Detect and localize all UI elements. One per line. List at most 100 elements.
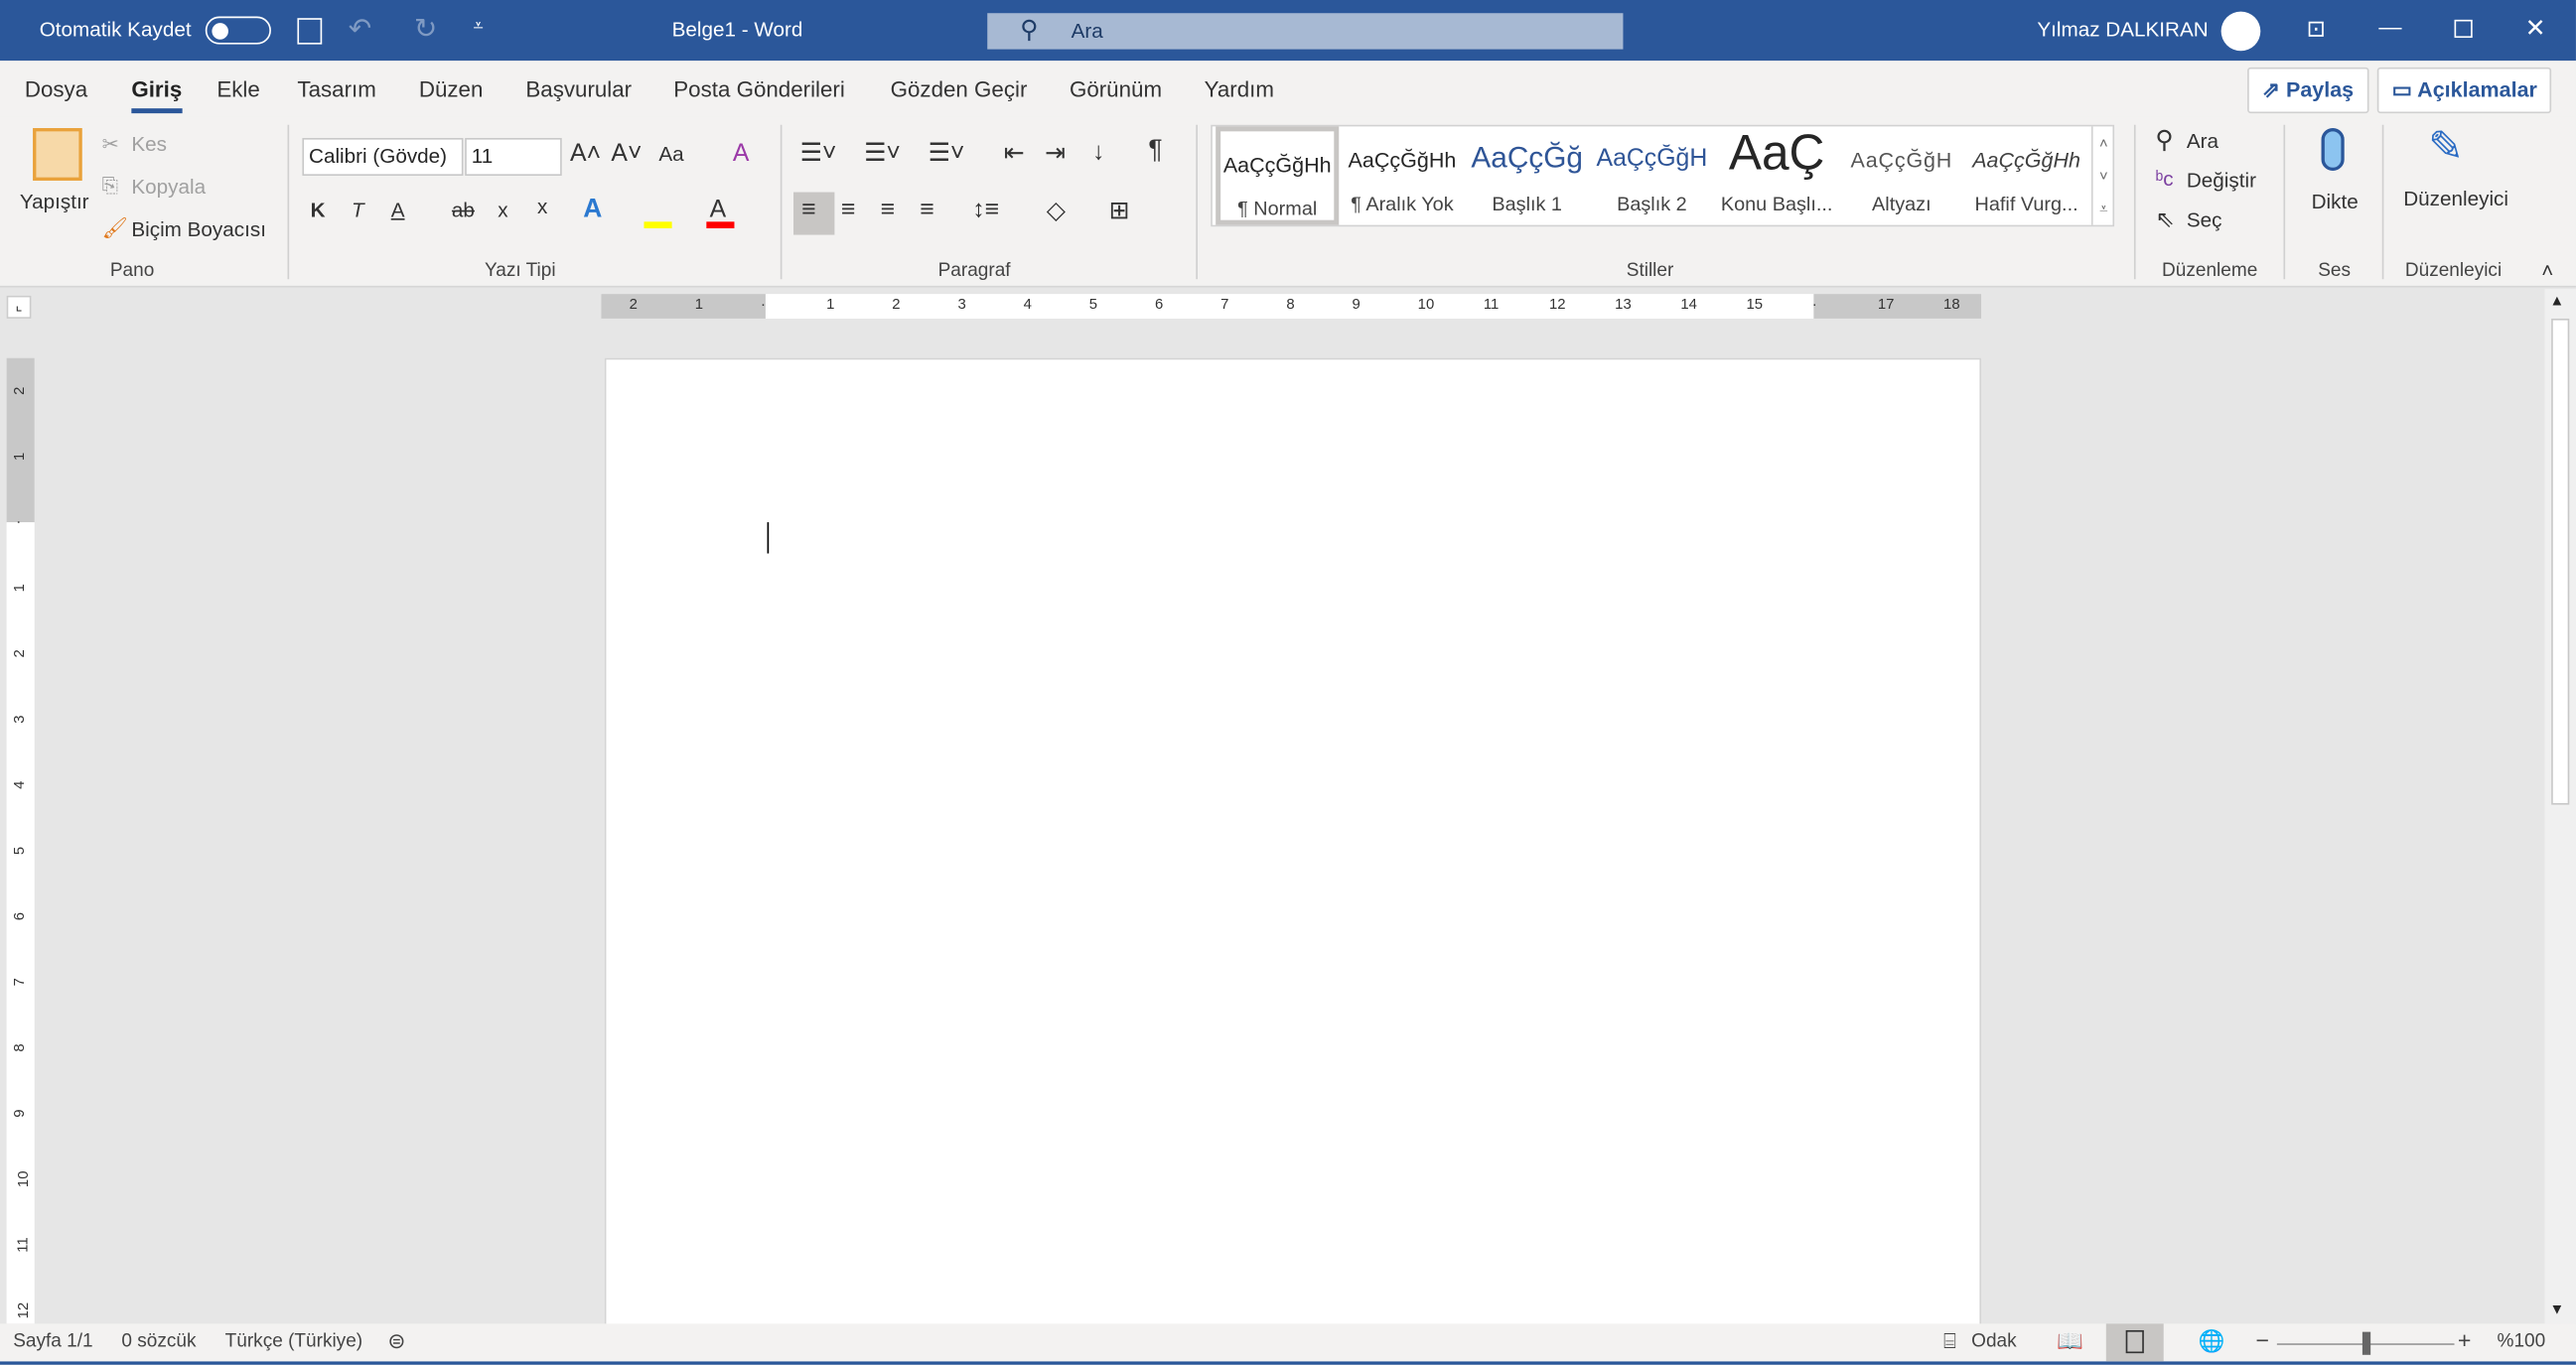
tab-gozden-gecir[interactable]: Gözden Geçir (891, 77, 1028, 102)
share-button[interactable]: ⇗ Paylaş (2247, 67, 2369, 114)
comments-button[interactable]: ▭ Açıklamalar (2376, 67, 2552, 114)
undo-icon[interactable]: ↶ (349, 13, 372, 46)
ribbon-display-icon[interactable]: ⊡ (2307, 15, 2326, 43)
format-painter-button[interactable]: Biçim Boyacısı (131, 218, 266, 241)
word-count[interactable]: 0 sözcük (121, 1332, 196, 1352)
multilevel-list-icon[interactable]: ☰˅ (929, 138, 965, 168)
editor-pen-icon[interactable]: ✎ (2428, 121, 2464, 172)
close-icon[interactable]: ✕ (2525, 13, 2546, 43)
tab-basvurular[interactable]: Başvurular (525, 77, 632, 102)
zoom-level[interactable]: %100 (2498, 1332, 2546, 1352)
autosave-toggle[interactable] (205, 16, 271, 45)
line-spacing-icon[interactable]: ↕≡ (972, 196, 999, 223)
format-painter-icon[interactable]: 🖌 (102, 216, 128, 241)
style-heading-1[interactable]: AaÇçĞğ Başlık 1 (1466, 126, 1589, 224)
scroll-down-icon[interactable]: ▼ (2549, 1300, 2564, 1317)
strikethrough-button[interactable]: ab (452, 199, 475, 221)
scroll-up-icon[interactable]: ▲ (2549, 292, 2564, 309)
zoom-slider-thumb[interactable] (2361, 1331, 2371, 1355)
paste-icon[interactable] (33, 128, 82, 181)
tab-gorunum[interactable]: Görünüm (1070, 77, 1162, 102)
bullets-icon[interactable]: ☰˅ (800, 138, 837, 168)
subscript-button[interactable]: x (498, 199, 507, 221)
align-center-icon[interactable]: ≡ (841, 196, 856, 223)
font-name-select[interactable]: Calibri (Gövde) (302, 137, 464, 177)
underline-button[interactable]: A (391, 199, 405, 221)
style-subtle-emphasis[interactable]: AaÇçĞğHh Hafif Vurg... (1965, 126, 2088, 224)
focus-button[interactable]: Odak (1971, 1332, 2016, 1352)
superscript-button[interactable]: x (537, 196, 547, 218)
tab-posta[interactable]: Posta Gönderileri (673, 77, 845, 102)
cut-button[interactable]: Kes (131, 133, 167, 156)
vertical-scrollbar[interactable]: ▲ ▼ (2544, 289, 2576, 1324)
clear-format-icon[interactable]: A (733, 140, 750, 168)
increase-indent-icon[interactable]: ⇥ (1045, 138, 1066, 168)
print-layout-button[interactable] (2105, 1323, 2164, 1362)
tab-yardim[interactable]: Yardım (1205, 77, 1274, 102)
tab-ekle[interactable]: Ekle (216, 77, 259, 102)
save-icon[interactable] (297, 18, 323, 45)
editor-button[interactable]: Düzenleyici (2403, 188, 2508, 210)
pilcrow-icon[interactable]: ¶ (1148, 136, 1162, 166)
align-right-icon[interactable]: ≡ (881, 196, 896, 223)
redo-icon[interactable]: ↻ (414, 13, 438, 46)
shading-icon[interactable]: ◇ (1047, 196, 1066, 225)
font-color-icon[interactable]: A (710, 196, 727, 223)
avatar[interactable] (2220, 11, 2261, 52)
styles-scroll[interactable]: ˄ ˅ ⩡ (2090, 126, 2114, 225)
italic-button[interactable]: T (352, 199, 364, 221)
style-title[interactable]: AaÇ Konu Başlı... (1715, 126, 1838, 224)
maximize-icon[interactable] (2454, 19, 2473, 39)
document-page[interactable] (604, 357, 1982, 1344)
cut-icon[interactable]: ✂ (102, 131, 119, 156)
sort-icon[interactable]: ↓ (1092, 138, 1104, 166)
microphone-icon[interactable] (2321, 128, 2345, 172)
text-effects-icon[interactable]: A (583, 196, 602, 225)
borders-icon[interactable]: ⊞ (1109, 196, 1130, 225)
numbering-icon[interactable]: ☰˅ (864, 138, 901, 168)
read-mode-icon[interactable]: 📖 (2057, 1328, 2083, 1354)
find-button[interactable]: Ara (2187, 130, 2218, 153)
replace-icon[interactable]: ᵇc (2155, 168, 2173, 191)
justify-icon[interactable]: ≡ (920, 196, 934, 223)
page-count[interactable]: Sayfa 1/1 (13, 1332, 92, 1352)
bold-button[interactable]: K (311, 199, 326, 221)
find-icon[interactable]: ⚲ (2155, 125, 2173, 154)
style-normal[interactable]: AaÇçĞğHh ¶ Normal (1216, 126, 1340, 225)
style-no-spacing[interactable]: AaÇçĞğHh ¶ Aralık Yok (1341, 126, 1464, 224)
font-size-select[interactable]: 11 (465, 137, 562, 177)
tab-giris[interactable]: Giriş (131, 77, 182, 114)
user-name[interactable]: Yılmaz DALKIRAN (2037, 18, 2208, 41)
grow-font-icon[interactable]: A˄ (570, 140, 601, 168)
dictate-button[interactable]: Dikte (2312, 191, 2359, 213)
style-heading-2[interactable]: AaÇçĞğH Başlık 2 (1590, 126, 1713, 224)
style-subtitle[interactable]: AaÇçĞğH Altyazı (1840, 126, 1963, 224)
copy-button[interactable]: Kopyala (131, 176, 206, 199)
tab-selector[interactable]: ⌞ (6, 295, 32, 319)
shrink-font-icon[interactable]: A˅ (611, 140, 642, 168)
tab-duzen[interactable]: Düzen (419, 77, 484, 102)
web-layout-icon[interactable]: 🌐 (2198, 1328, 2224, 1354)
collapse-ribbon-icon[interactable]: ˄ (2541, 259, 2553, 282)
decrease-indent-icon[interactable]: ⇤ (1004, 138, 1025, 168)
select-icon[interactable]: ⇖ (2155, 205, 2174, 233)
tab-tasarim[interactable]: Tasarım (297, 77, 375, 102)
horizontal-ruler[interactable]: 2 1 · 1 2 3 4 5 6 7 8 9 10 11 12 13 14 15 · 17 18 (601, 294, 1982, 319)
replace-button[interactable]: Değiştir (2187, 169, 2256, 192)
tab-dosya[interactable]: Dosya (25, 77, 87, 102)
change-case-button[interactable]: Aa (658, 143, 683, 166)
zoom-out-icon[interactable]: − (2255, 1327, 2269, 1353)
select-button[interactable]: Seç (2187, 208, 2222, 231)
paste-button[interactable]: Yapıştır (20, 191, 89, 213)
language[interactable]: Türkçe (Türkiye) (225, 1332, 362, 1352)
customize-qat-icon[interactable]: ⩡ (473, 17, 483, 39)
highlight-color-icon[interactable] (644, 221, 672, 228)
vertical-ruler[interactable]: 2 1 · 1 2 3 4 5 6 7 8 9 10 11 12 (6, 357, 35, 1324)
copy-icon[interactable]: ⎘ (102, 174, 119, 199)
accessibility-icon[interactable]: ⊜ (387, 1328, 405, 1354)
focus-icon[interactable]: ⌸ (1943, 1328, 1956, 1354)
zoom-in-icon[interactable]: + (2458, 1327, 2472, 1353)
search-box[interactable]: ⚲ Ara (987, 13, 1624, 50)
minimize-icon[interactable]: — (2378, 13, 2401, 39)
scrollbar-thumb[interactable] (2551, 318, 2570, 805)
